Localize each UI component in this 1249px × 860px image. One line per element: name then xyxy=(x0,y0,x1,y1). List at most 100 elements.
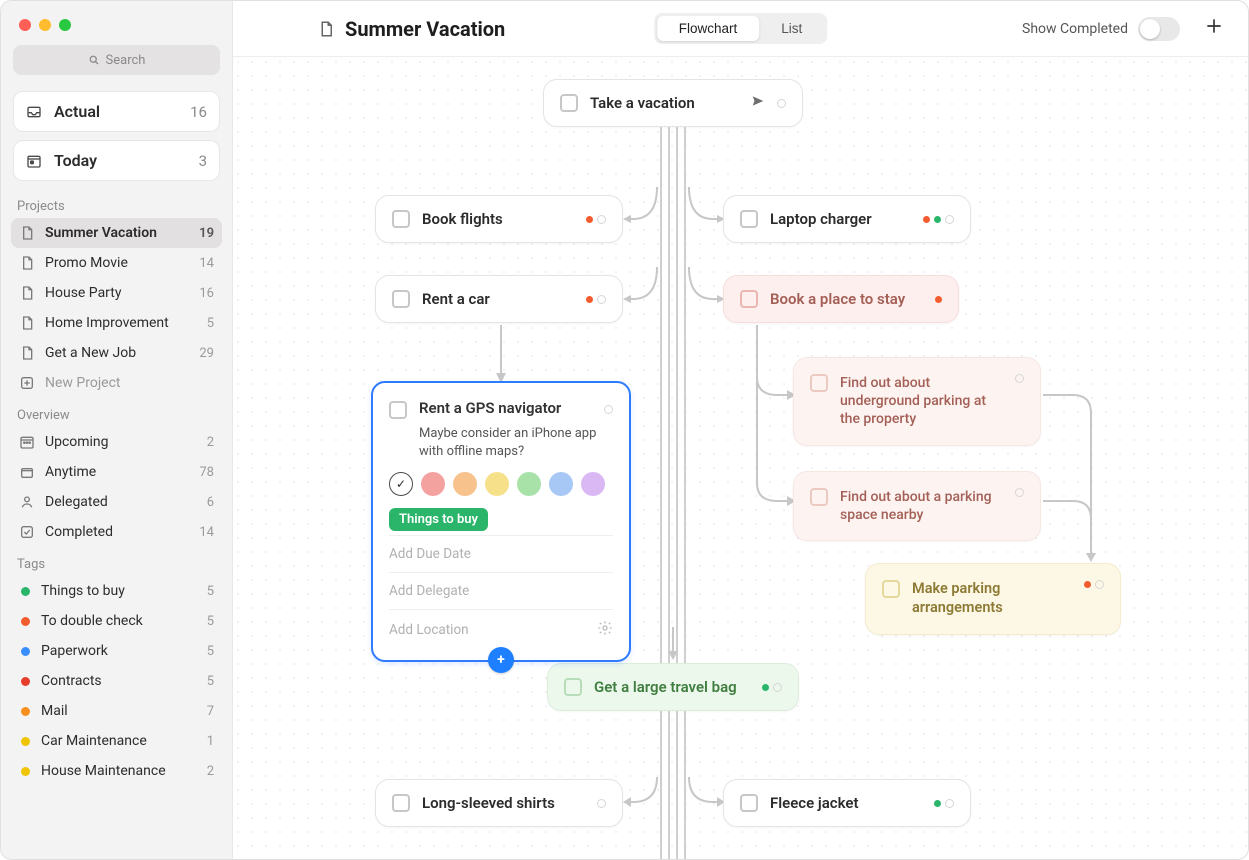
search-input[interactable]: Search xyxy=(13,45,220,75)
sidebar-project-promo-movie[interactable]: Promo Movie 14 xyxy=(11,248,222,278)
sidebar-tag-contracts[interactable]: Contracts 5 xyxy=(11,666,222,696)
show-completed-label: Show Completed xyxy=(1022,21,1128,37)
checkbox[interactable] xyxy=(810,374,828,392)
checkbox[interactable] xyxy=(560,94,578,112)
sidebar-tag-label: Things to buy xyxy=(41,583,125,599)
tag-color-dot xyxy=(21,647,30,656)
sidebar-project-get-a-new-job[interactable]: Get a New Job 29 xyxy=(11,338,222,368)
node-book-flights[interactable]: Book flights xyxy=(375,195,623,243)
view-toggle-flowchart[interactable]: Flowchart xyxy=(657,16,760,41)
editor-tag-chip[interactable]: Things to buy xyxy=(389,508,488,531)
checkbox[interactable] xyxy=(392,290,410,308)
sidebar-overview-delegated[interactable]: Delegated 6 xyxy=(11,487,222,517)
node-take-a-vacation[interactable]: Take a vacation xyxy=(543,79,803,127)
sidebar-tag-car-maintenance[interactable]: Car Maintenance 1 xyxy=(11,726,222,756)
check-square-icon xyxy=(19,524,37,540)
status-ring-icon xyxy=(597,799,606,808)
color-swatch[interactable] xyxy=(549,472,573,496)
color-swatch[interactable] xyxy=(421,472,445,496)
search-icon xyxy=(88,54,100,66)
sidebar-card-today[interactable]: Today 3 xyxy=(13,140,220,181)
checkbox[interactable] xyxy=(740,794,758,812)
editor-field-due-date[interactable]: Add Due Date xyxy=(389,535,613,572)
checkbox[interactable] xyxy=(389,401,407,419)
node-laptop-charger[interactable]: Laptop charger xyxy=(723,195,971,243)
sidebar-new-project[interactable]: New Project xyxy=(11,368,222,398)
editor-field-location[interactable]: Add Location xyxy=(389,609,613,650)
sidebar-tag-count: 2 xyxy=(207,764,214,779)
editor-field-label: Add Due Date xyxy=(389,546,471,562)
sidebar-tag-to-double-check[interactable]: To double check 5 xyxy=(11,606,222,636)
sidebar-overview-count: 14 xyxy=(199,525,214,540)
sidebar-tag-label: House Maintenance xyxy=(41,763,166,779)
checkbox[interactable] xyxy=(740,210,758,228)
sidebar-tag-paperwork[interactable]: Paperwork 5 xyxy=(11,636,222,666)
sidebar-overview-count: 2 xyxy=(207,435,214,450)
node-fleece-jacket[interactable]: Fleece jacket xyxy=(723,779,971,827)
status-ring-icon xyxy=(773,683,782,692)
document-icon xyxy=(19,345,37,361)
view-toggle-list[interactable]: List xyxy=(759,16,824,41)
node-travel-bag[interactable]: Get a large travel bag xyxy=(547,663,799,711)
sidebar-project-home-improvement[interactable]: Home Improvement 5 xyxy=(11,308,222,338)
sidebar-tag-house-maintenance[interactable]: House Maintenance 2 xyxy=(11,756,222,786)
node-title: Fleece jacket xyxy=(770,794,922,812)
add-button[interactable] xyxy=(1200,16,1228,42)
calendar-today-icon xyxy=(26,153,46,169)
tag-dot xyxy=(923,216,930,223)
flowchart-canvas[interactable]: Take a vacation Book flights Laptop char… xyxy=(233,57,1248,859)
sidebar-project-label: Home Improvement xyxy=(45,315,169,331)
sidebar-overview-upcoming[interactable]: Upcoming 2 xyxy=(11,427,222,457)
editor-add-child-button[interactable]: + xyxy=(488,647,514,673)
checkbox[interactable] xyxy=(392,210,410,228)
node-rent-a-car[interactable]: Rent a car xyxy=(375,275,623,323)
show-completed-toggle[interactable]: Show Completed xyxy=(1022,17,1180,41)
sidebar-tag-things-to-buy[interactable]: Things to buy 5 xyxy=(11,576,222,606)
color-swatch[interactable] xyxy=(581,472,605,496)
sidebar-card-actual[interactable]: Actual 16 xyxy=(13,91,220,132)
sidebar-overview-anytime[interactable]: Anytime 78 xyxy=(11,457,222,487)
gear-icon[interactable] xyxy=(597,620,613,640)
color-swatch-none[interactable] xyxy=(389,472,413,496)
editor-field-delegate[interactable]: Add Delegate xyxy=(389,572,613,609)
color-swatch[interactable] xyxy=(485,472,509,496)
node-title: Book flights xyxy=(422,210,574,228)
sidebar-tag-mail[interactable]: Mail 7 xyxy=(11,696,222,726)
node-parking-nearby[interactable]: Find out about a parking space nearby xyxy=(793,471,1041,541)
sidebar-tag-count: 7 xyxy=(207,704,214,719)
node-book-a-place[interactable]: Book a place to stay xyxy=(723,275,959,323)
sidebar-project-house-party[interactable]: House Party 16 xyxy=(11,278,222,308)
main-area: Summer Vacation Flowchart List Show Comp… xyxy=(233,1,1248,859)
search-placeholder: Search xyxy=(106,53,146,68)
editor-note[interactable]: Maybe consider an iPhone app with offlin… xyxy=(389,419,613,472)
window-minimize-button[interactable] xyxy=(39,19,51,31)
node-title: Take a vacation xyxy=(590,94,739,112)
tag-color-dot xyxy=(21,677,30,686)
node-parking-underground[interactable]: Find out about underground parking at th… xyxy=(793,357,1041,446)
checkbox[interactable] xyxy=(564,678,582,696)
checkbox[interactable] xyxy=(740,290,758,308)
document-icon xyxy=(317,20,335,38)
sidebar-overview-completed[interactable]: Completed 14 xyxy=(11,517,222,547)
checkbox[interactable] xyxy=(810,488,828,506)
color-swatch[interactable] xyxy=(517,472,541,496)
node-make-parking-arrangements[interactable]: Make parking arrangements xyxy=(865,563,1121,635)
window-traffic-lights xyxy=(1,9,232,37)
window-maximize-button[interactable] xyxy=(59,19,71,31)
status-ring-icon xyxy=(945,799,954,808)
tag-color-dot xyxy=(21,587,30,596)
sidebar-project-count: 29 xyxy=(199,346,214,361)
topbar: Summer Vacation Flowchart List Show Comp… xyxy=(233,1,1248,57)
editor-title[interactable]: Rent a GPS navigator xyxy=(419,399,592,417)
view-toggle: Flowchart List xyxy=(654,13,828,44)
sidebar-card-count: 3 xyxy=(199,152,207,170)
checkbox[interactable] xyxy=(392,794,410,812)
tag-dot xyxy=(1084,581,1091,588)
tag-dot xyxy=(934,800,941,807)
sidebar-project-summer-vacation[interactable]: Summer Vacation 19 xyxy=(11,218,222,248)
checkbox[interactable] xyxy=(882,580,900,598)
color-swatch[interactable] xyxy=(453,472,477,496)
window-close-button[interactable] xyxy=(19,19,31,31)
node-long-sleeved-shirts[interactable]: Long-sleeved shirts xyxy=(375,779,623,827)
node-editor[interactable]: Rent a GPS navigator Maybe consider an i… xyxy=(371,381,631,662)
